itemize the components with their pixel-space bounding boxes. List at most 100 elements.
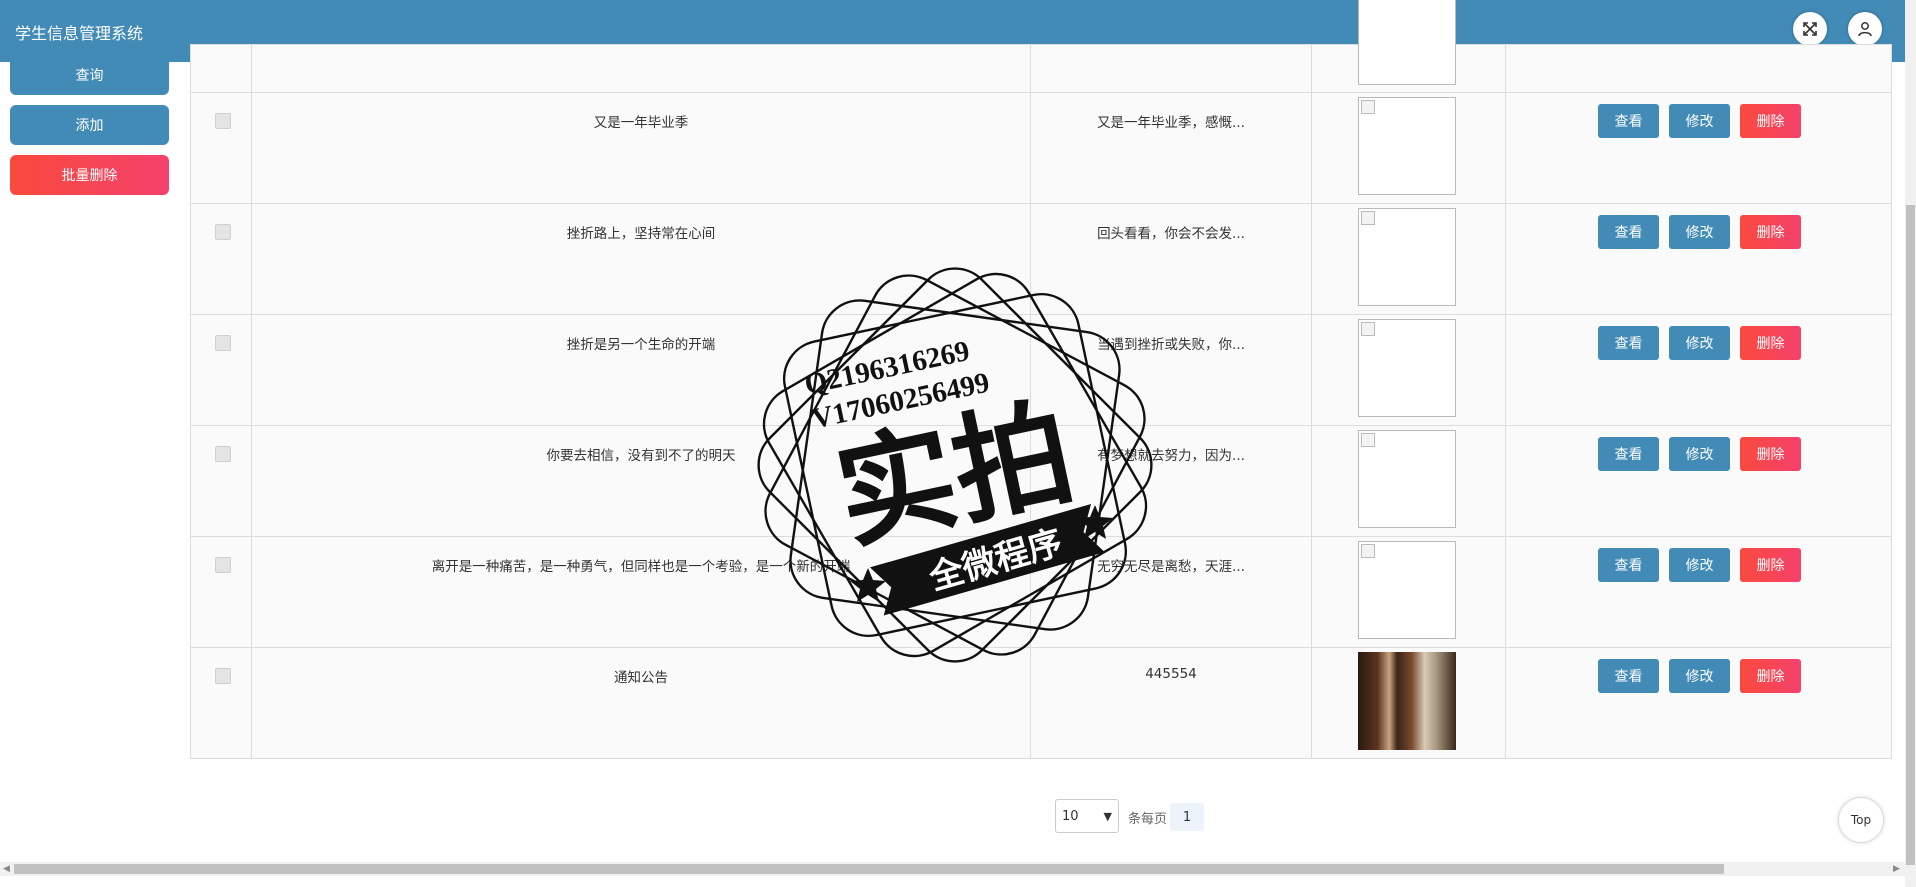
title-cell: 挫折路上，坚持常在心间 <box>251 203 1031 315</box>
batch-delete-button[interactable]: 批量删除 <box>10 155 169 195</box>
table-row: 又是一年毕业季 又是一年毕业季，感慨... 查看 修改 删除 <box>190 92 1892 204</box>
title-cell: 挫折是另一个生命的开端 <box>251 314 1031 426</box>
delete-button[interactable]: 删除 <box>1740 437 1801 471</box>
intro-cell: 有梦想就去努力，因为... <box>1030 425 1312 537</box>
picture-cell <box>1311 314 1506 426</box>
picture-cell <box>1311 0 1506 93</box>
checkbox-cell <box>190 425 252 537</box>
picture-cell <box>1311 92 1506 204</box>
broken-image-icon <box>1361 544 1375 558</box>
scroll-right-arrow-icon[interactable]: ▶ <box>1893 864 1900 874</box>
actions-cell: 查看 修改 删除 <box>1505 647 1892 759</box>
picture-cell <box>1311 536 1506 648</box>
actions-cell: 查看 修改 删除 <box>1505 314 1892 426</box>
table-row: 你要去相信，没有到不了的明天 有梦想就去努力，因为... 查看 修改 删除 <box>190 425 1892 537</box>
row-intro: 当遇到挫折或失败，你... <box>1097 337 1245 353</box>
title-cell <box>251 44 1031 93</box>
edit-button[interactable]: 修改 <box>1669 215 1730 249</box>
edit-button[interactable]: 修改 <box>1669 659 1730 693</box>
title-cell: 离开是一种痛苦，是一种勇气，但同样也是一个考验，是一个新的开端 <box>251 536 1031 648</box>
title-cell: 又是一年毕业季 <box>251 92 1031 204</box>
row-intro <box>1031 45 1311 63</box>
view-button[interactable]: 查看 <box>1598 659 1659 693</box>
fullscreen-button[interactable] <box>1793 12 1827 46</box>
view-button[interactable]: 查看 <box>1598 104 1659 138</box>
picture-cell <box>1311 203 1506 315</box>
delete-button[interactable]: 删除 <box>1740 215 1801 249</box>
table-row <box>190 0 1892 93</box>
row-checkbox[interactable] <box>215 446 231 462</box>
row-title <box>252 45 1030 63</box>
add-button[interactable]: 添加 <box>10 105 169 145</box>
view-button[interactable]: 查看 <box>1598 437 1659 471</box>
row-intro: 有梦想就去努力，因为... <box>1097 448 1245 464</box>
scroll-left-arrow-icon[interactable]: ◀ <box>3 864 10 874</box>
app-title: 学生信息管理系统 <box>15 24 144 43</box>
broken-image-icon <box>1361 211 1375 225</box>
delete-button[interactable]: 删除 <box>1740 326 1801 360</box>
delete-button[interactable]: 删除 <box>1740 104 1801 138</box>
table-row: 通知公告 445554 查看 修改 删除 <box>190 647 1892 759</box>
edit-button[interactable]: 修改 <box>1669 548 1730 582</box>
delete-button[interactable]: 删除 <box>1740 548 1801 582</box>
row-title: 又是一年毕业季 <box>593 115 689 131</box>
intro-cell: 445554 <box>1030 647 1312 759</box>
user-icon <box>1858 22 1872 37</box>
row-title: 挫折路上，坚持常在心间 <box>566 226 716 242</box>
page-size-select[interactable]: 10 ▼ <box>1055 799 1119 833</box>
row-title: 离开是一种痛苦，是一种勇气，但同样也是一个考验，是一个新的开端 <box>431 559 851 575</box>
title-cell: 通知公告 <box>251 647 1031 759</box>
checkbox-cell <box>190 44 252 93</box>
horizontal-scrollbar-thumb[interactable] <box>14 864 1724 874</box>
row-picture <box>1358 430 1456 528</box>
page-size-value: 10 <box>1062 808 1079 824</box>
checkbox-cell <box>190 203 252 315</box>
intro-cell: 当遇到挫折或失败，你... <box>1030 314 1312 426</box>
table-row: 挫折是另一个生命的开端 当遇到挫折或失败，你... 查看 修改 删除 <box>190 314 1892 426</box>
page-number-button[interactable]: 1 <box>1170 803 1204 831</box>
row-title: 通知公告 <box>614 670 668 686</box>
back-to-top-button[interactable]: Top <box>1838 797 1884 843</box>
row-picture <box>1358 319 1456 417</box>
intro-cell <box>1030 44 1312 93</box>
row-checkbox[interactable] <box>215 335 231 351</box>
broken-image-icon <box>1361 322 1375 336</box>
row-intro: 无穷无尽是离愁，天涯... <box>1097 559 1245 575</box>
row-checkbox[interactable] <box>215 668 231 684</box>
edit-button[interactable]: 修改 <box>1669 437 1730 471</box>
row-picture <box>1358 652 1456 750</box>
query-button[interactable]: 查询 <box>10 55 169 95</box>
broken-image-icon <box>1361 100 1375 114</box>
table-row: 挫折路上，坚持常在心间 回头看看，你会不会发... 查看 修改 删除 <box>190 203 1892 315</box>
chevron-down-icon: ▼ <box>1103 809 1112 823</box>
checkbox-cell <box>190 536 252 648</box>
user-button[interactable] <box>1848 12 1882 46</box>
actions-cell: 查看 修改 删除 <box>1505 203 1892 315</box>
delete-button[interactable]: 删除 <box>1740 659 1801 693</box>
per-page-label: 条每页 <box>1128 812 1168 827</box>
actions-cell: 查看 修改 删除 <box>1505 536 1892 648</box>
checkbox-cell <box>190 647 252 759</box>
row-picture <box>1358 208 1456 306</box>
row-title: 挫折是另一个生命的开端 <box>566 337 716 353</box>
view-button[interactable]: 查看 <box>1598 548 1659 582</box>
row-intro: 回头看看，你会不会发... <box>1097 226 1245 242</box>
row-title: 你要去相信，没有到不了的明天 <box>546 448 736 464</box>
row-checkbox[interactable] <box>215 113 231 129</box>
edit-button[interactable]: 修改 <box>1669 326 1730 360</box>
view-button[interactable]: 查看 <box>1598 326 1659 360</box>
data-table: 又是一年毕业季 又是一年毕业季，感慨... 查看 修改 删除挫折路上，坚持常在心间 回头看… <box>190 0 1892 759</box>
row-picture <box>1358 0 1456 85</box>
picture-cell <box>1311 425 1506 537</box>
vertical-scrollbar-thumb[interactable] <box>1906 205 1915 865</box>
expand-icon <box>1803 22 1817 36</box>
actions-cell: 查看 修改 删除 <box>1505 92 1892 204</box>
view-button[interactable]: 查看 <box>1598 215 1659 249</box>
row-checkbox[interactable] <box>215 224 231 240</box>
intro-cell: 回头看看，你会不会发... <box>1030 203 1312 315</box>
row-checkbox[interactable] <box>215 557 231 573</box>
edit-button[interactable]: 修改 <box>1669 104 1730 138</box>
row-intro: 445554 <box>1145 666 1197 682</box>
row-picture <box>1358 541 1456 639</box>
table-row: 离开是一种痛苦，是一种勇气，但同样也是一个考验，是一个新的开端 无穷无尽是离愁，天… <box>190 536 1892 648</box>
